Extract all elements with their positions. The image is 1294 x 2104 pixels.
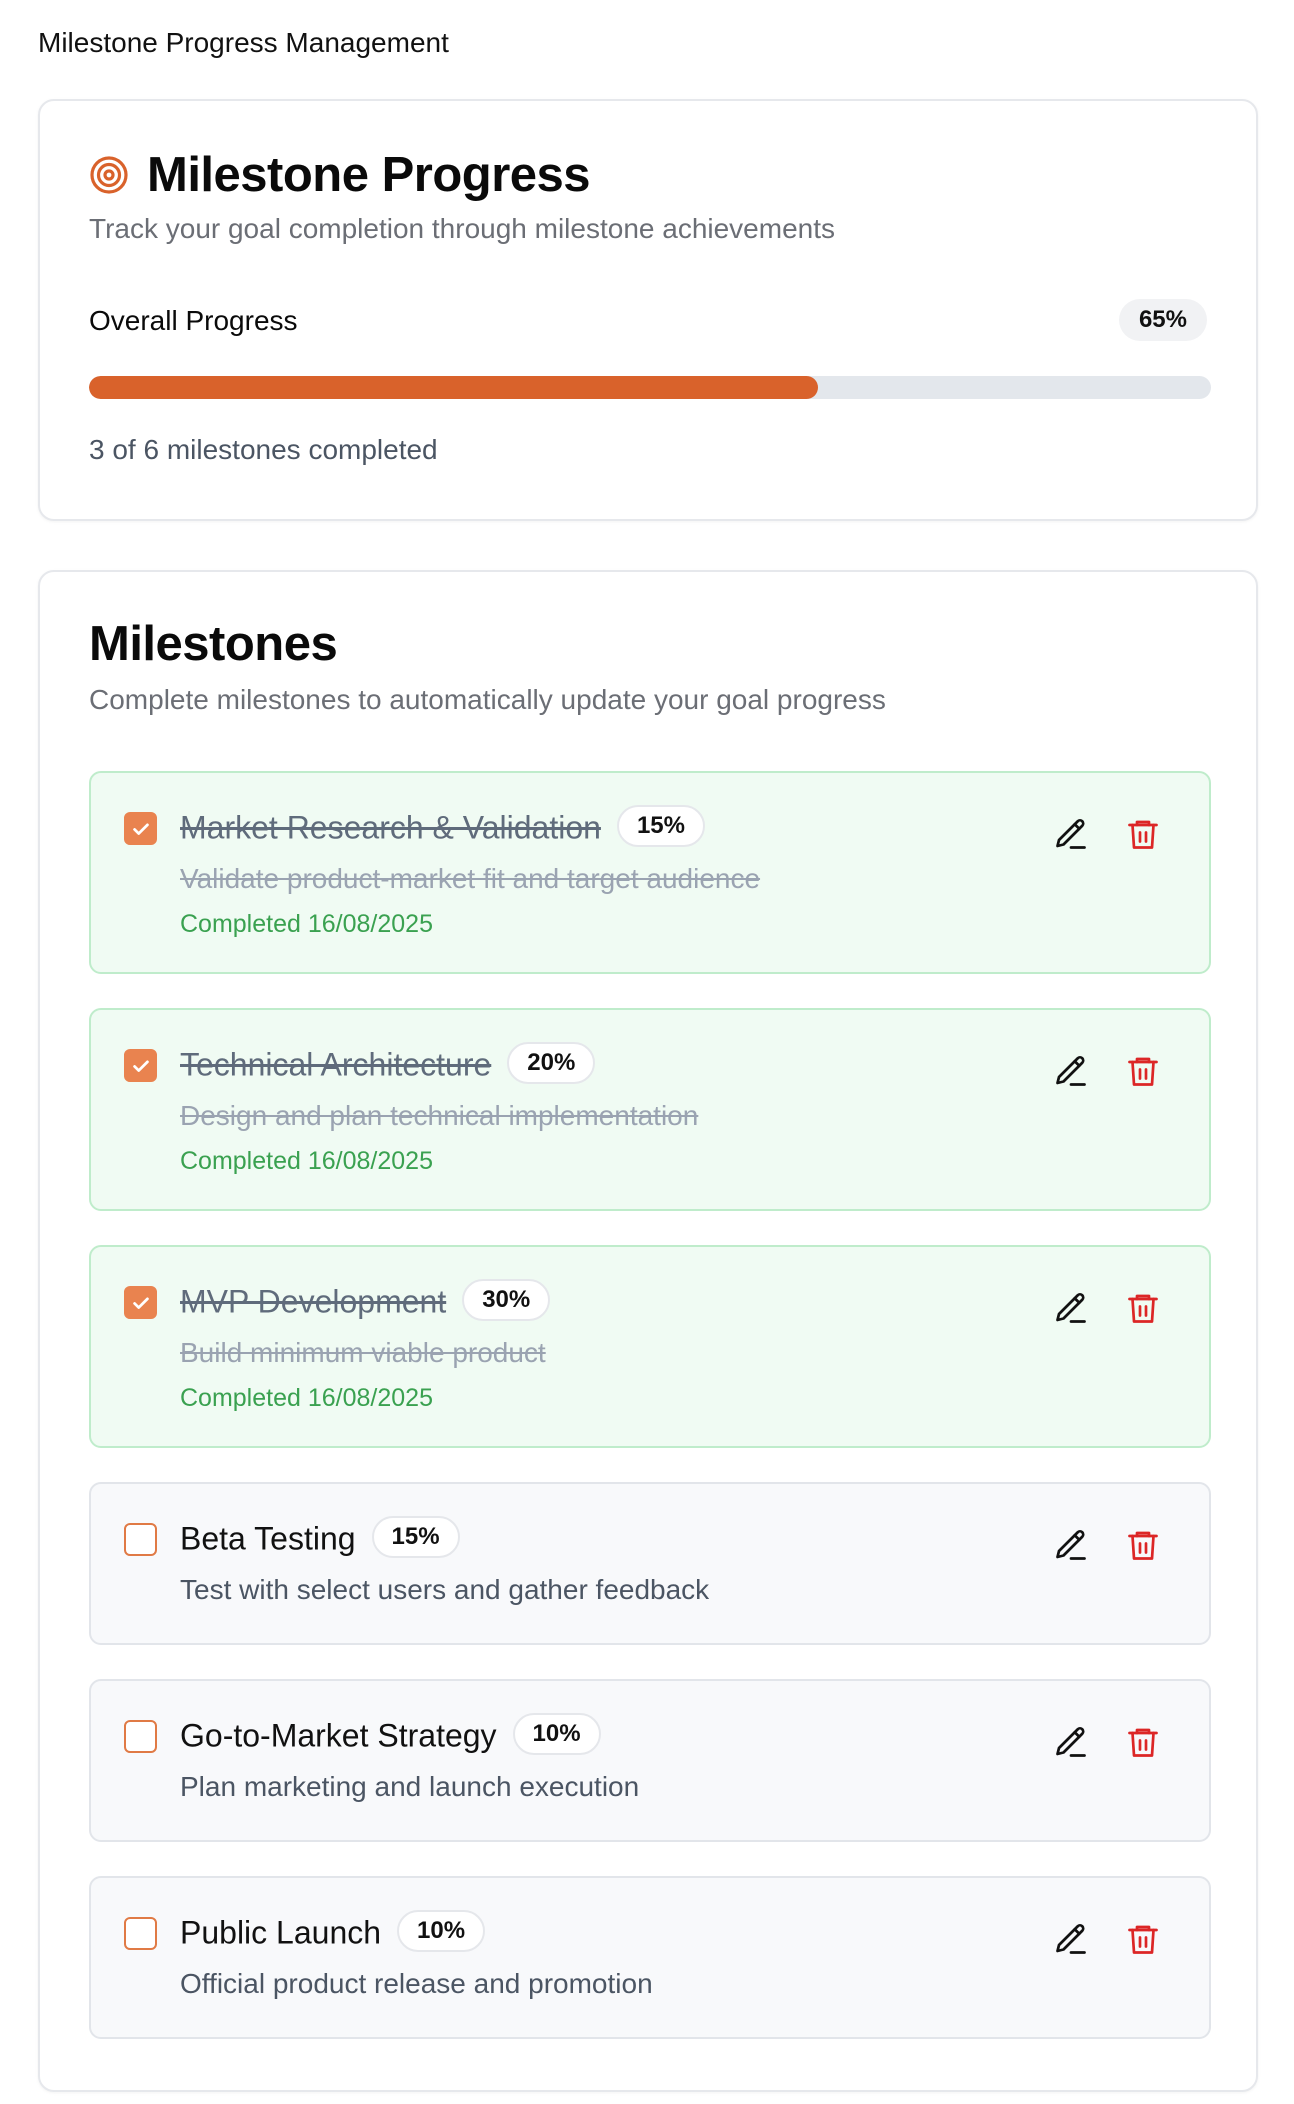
- target-icon: [90, 156, 128, 194]
- delete-milestone-button[interactable]: [1125, 1527, 1161, 1563]
- overall-progress-bar: [89, 376, 1211, 399]
- overall-progress-fill: [89, 376, 819, 399]
- milestone-item: MVP Development 30% Build minimum viable p…: [89, 1245, 1211, 1448]
- milestones-title: Milestones: [89, 617, 338, 671]
- milestone-title: Market Research & Validation: [180, 809, 601, 846]
- edit-milestone-button[interactable]: [1053, 1290, 1089, 1326]
- milestone-weight-badge: 20%: [507, 1042, 596, 1084]
- trash-icon: [1125, 1728, 1161, 1764]
- milestone-checkbox[interactable]: [124, 812, 157, 845]
- delete-milestone-button[interactable]: [1125, 816, 1161, 852]
- milestone-title-row: Public Launch 10%: [180, 1910, 486, 1956]
- milestone-item: Beta Testing 15% Test with select users an…: [89, 1482, 1211, 1645]
- milestone-description: Validate product-market fit and target a…: [180, 863, 761, 894]
- edit-milestone-button[interactable]: [1053, 1921, 1089, 1957]
- milestone-item: Technical Architecture 20% Design and plan…: [89, 1008, 1211, 1211]
- milestone-title-row: Beta Testing 15%: [180, 1516, 460, 1562]
- milestone-description: Plan marketing and launch execution: [180, 1771, 640, 1802]
- progress-header: Milestone Progress: [89, 147, 591, 203]
- milestone-description: Test with select users and gather feedba…: [180, 1574, 710, 1605]
- milestone-description: Design and plan technical implementation: [180, 1100, 699, 1131]
- milestone-checkbox[interactable]: [124, 1720, 157, 1753]
- milestone-checkbox[interactable]: [124, 1917, 157, 1950]
- milestone-title: Beta Testing: [180, 1520, 356, 1557]
- delete-milestone-button[interactable]: [1125, 1921, 1161, 1957]
- milestone-title: Public Launch: [180, 1914, 382, 1951]
- pencil-icon: [1053, 1292, 1089, 1330]
- milestone-title: Go-to-Market Strategy: [180, 1717, 497, 1754]
- milestone-item: Market Research & Validation 15% Validate …: [89, 771, 1211, 974]
- delete-milestone-button[interactable]: [1125, 1290, 1161, 1326]
- progress-title: Milestone Progress: [147, 148, 591, 202]
- pencil-icon: [1053, 1726, 1089, 1764]
- milestone-completed-date: Completed 16/08/2025: [180, 1384, 433, 1412]
- edit-milestone-button[interactable]: [1053, 1724, 1089, 1760]
- milestone-checkbox[interactable]: [124, 1049, 157, 1082]
- milestone-checkbox[interactable]: [124, 1286, 157, 1319]
- page-title: Milestone Progress Management: [38, 27, 449, 58]
- milestone-item: Public Launch 10% Official product release…: [89, 1876, 1211, 2039]
- trash-icon: [1125, 1294, 1161, 1330]
- milestone-description: Official product release and promotion: [180, 1968, 653, 1999]
- edit-milestone-button[interactable]: [1053, 1527, 1089, 1563]
- milestone-description: Build minimum viable product: [180, 1337, 546, 1368]
- trash-icon: [1125, 820, 1161, 856]
- overall-percent-badge: 65%: [1118, 299, 1207, 341]
- pencil-icon: [1053, 1529, 1089, 1567]
- milestone-title-row: Market Research & Validation 15%: [180, 805, 705, 851]
- milestone-completed-date: Completed 16/08/2025: [180, 1147, 433, 1175]
- milestone-weight-badge: 10%: [512, 1713, 601, 1755]
- pencil-icon: [1053, 1923, 1089, 1961]
- milestone-weight-badge: 15%: [371, 1516, 460, 1558]
- delete-milestone-button[interactable]: [1125, 1724, 1161, 1760]
- milestone-completed-date: Completed 16/08/2025: [180, 910, 433, 938]
- progress-subtitle: Track your goal completion through miles…: [89, 213, 836, 244]
- milestones-subtitle: Complete milestones to automatically upd…: [89, 684, 886, 715]
- milestone-title-row: Go-to-Market Strategy 10%: [180, 1713, 601, 1759]
- overall-progress-label: Overall Progress: [89, 305, 298, 336]
- milestone-title: MVP Development: [180, 1283, 447, 1320]
- milestone-weight-badge: 30%: [462, 1279, 551, 1321]
- pencil-icon: [1053, 1055, 1089, 1093]
- milestone-weight-badge: 10%: [397, 1910, 486, 1952]
- delete-milestone-button[interactable]: [1125, 1053, 1161, 1089]
- milestones-completed-summary: 3 of 6 milestones completed: [89, 434, 438, 465]
- milestones-card: Milestones Complete milestones to automa…: [38, 570, 1258, 2092]
- milestone-checkbox[interactable]: [124, 1523, 157, 1556]
- milestone-title-row: MVP Development 30%: [180, 1279, 551, 1325]
- edit-milestone-button[interactable]: [1053, 816, 1089, 852]
- trash-icon: [1125, 1925, 1161, 1961]
- milestone-item: Go-to-Market Strategy 10% Plan marketing a…: [89, 1679, 1211, 1842]
- trash-icon: [1125, 1531, 1161, 1567]
- milestone-title: Technical Architecture: [180, 1046, 492, 1083]
- progress-card: Milestone Progress Track your goal compl…: [38, 99, 1258, 521]
- edit-milestone-button[interactable]: [1053, 1053, 1089, 1089]
- milestone-weight-badge: 15%: [616, 805, 705, 847]
- pencil-icon: [1053, 818, 1089, 856]
- milestone-title-row: Technical Architecture 20%: [180, 1042, 596, 1088]
- trash-icon: [1125, 1057, 1161, 1093]
